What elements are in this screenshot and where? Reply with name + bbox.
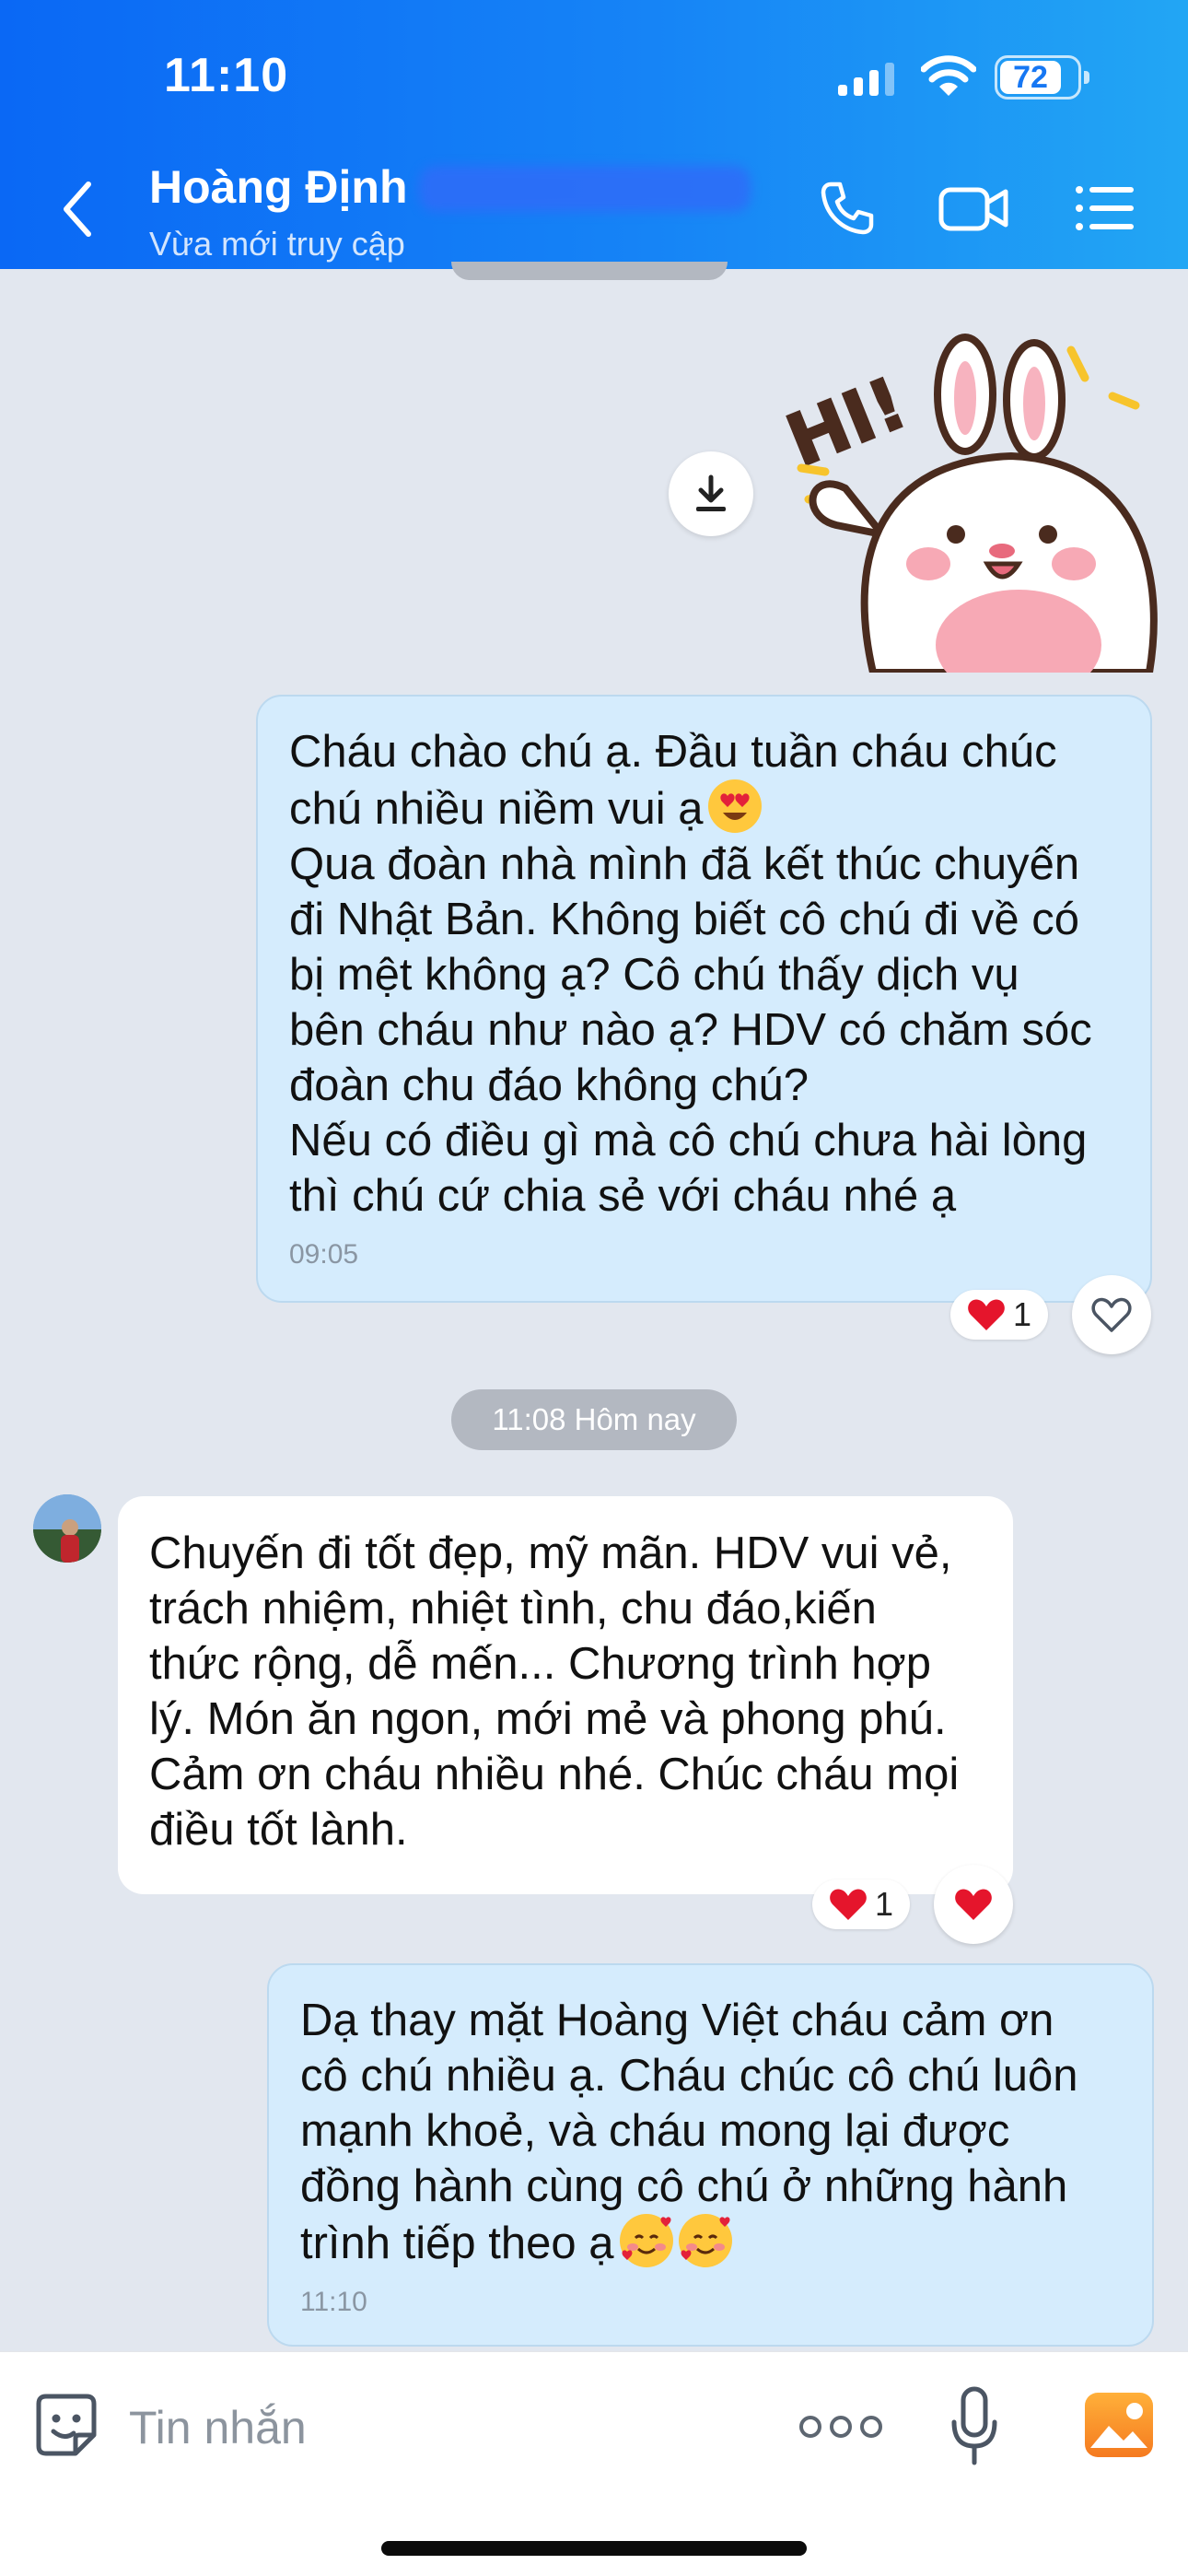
react-button[interactable] [1072,1275,1151,1354]
heart-icon [955,1889,992,1920]
chat-header: 11:10 72 Hoàng Định Vừa mới truy cập [0,0,1188,269]
more-dots-icon[interactable] [799,2404,882,2450]
message-text-line: trách nhiệm, nhiệt tình, chu đáo,kiến [149,1584,877,1633]
battery-level: 72 [1013,60,1048,95]
call-button[interactable] [810,175,884,241]
message-text-line: đi Nhật Bản. Không biết cô chú đi về có [289,895,1080,944]
image-icon[interactable] [1083,2391,1155,2459]
reaction-count: 1 [875,1885,894,1923]
heart-outline-icon [1091,1297,1132,1332]
message-text-line: Chuyến đi tốt đẹp, mỹ mãn. HDV vui vẻ, [149,1528,952,1578]
message-text-line: Cháu chào chú ạ. Đầu tuần cháu chúc [289,727,1057,777]
message-text-line: điều tốt lành. [149,1805,408,1855]
cellular-signal-icon [838,63,894,96]
message-text-line: trình tiếp theo ạ [300,2214,1121,2271]
heart-eyes-emoji-icon [708,779,763,833]
battery-icon: 72 [995,55,1089,100]
date-separator: 11:08 Hôm nay [451,1389,737,1450]
outgoing-message-bubble[interactable]: Dạ thay mặt Hoàng Việt cháu cảm ơn cô ch… [267,1963,1154,2347]
contact-name[interactable]: Hoàng Định [149,160,408,214]
smiling-hearts-emoji-icon [678,2214,732,2267]
message-text-line: thì chú cứ chia sẻ với cháu nhé ạ [289,1171,957,1221]
message-text-line: chú nhiều niềm vui ạ [289,779,1119,837]
home-indicator [381,2541,807,2556]
list-menu-icon [1076,186,1134,230]
smiling-hearts-emoji-icon [619,2214,673,2267]
phone-icon [821,181,874,235]
video-camera-icon [938,187,1008,231]
reaction-count: 1 [1013,1295,1032,1333]
back-chevron-icon[interactable] [55,177,101,241]
reaction-summary[interactable]: 1 [950,1290,1049,1340]
hi-bunny-sticker[interactable]: HI! [781,322,1168,673]
message-timestamp: 09:05 [289,1239,359,1270]
message-text-line: thức rộng, dễ mến... Chương trình hợp [149,1639,931,1689]
message-text-line: lý. Món ăn ngon, mới mẻ và phong phú. [149,1694,947,1744]
react-button[interactable] [934,1865,1013,1944]
previous-date-pill [451,262,728,280]
message-input[interactable] [129,2393,645,2463]
message-text-line: bị mệt không ạ? Cô chú thấy dịch vụ [289,950,1019,1000]
incoming-message-bubble[interactable]: Chuyến đi tốt đẹp, mỹ mãn. HDV vui vẻ, t… [118,1496,1013,1894]
chat-options-button[interactable] [1068,175,1142,241]
status-time: 11:10 [164,49,289,102]
message-text-line: Qua đoàn nhà mình đã kết thúc chuyến [289,839,1080,889]
message-text-line: bên cháu như nào ạ? HDV có chăm sóc [289,1005,1092,1055]
video-call-button[interactable] [938,175,1011,241]
message-text-line: Nếu có điều gì mà cô chú chưa hài lòng [289,1116,1088,1165]
message-text-line: Dạ thay mặt Hoàng Việt cháu cảm ơn [300,1996,1054,2045]
message-text-fragment: chú nhiều niềm vui ạ [289,784,704,834]
message-text-line: đồng hành cùng cô chú ở những hành [300,2161,1068,2211]
download-sticker-button[interactable] [669,451,753,536]
message-text-line: Cảm ơn cháu nhiều nhé. Chúc cháu mọi [149,1750,960,1799]
redacted-name-blur [419,166,751,212]
message-text-line: mạnh khoẻ, và cháu mong lại được [300,2106,1010,2156]
microphone-icon[interactable] [949,2385,1000,2468]
smile-sticker-icon[interactable] [31,2391,101,2461]
outgoing-message-bubble[interactable]: Cháu chào chú ạ. Đầu tuần cháu chúc chú … [256,695,1152,1303]
message-text-line: đoàn chu đáo không chú? [289,1060,809,1110]
contact-avatar[interactable] [33,1494,101,1563]
reaction-summary[interactable]: 1 [812,1879,911,1929]
heart-icon [968,1299,1005,1330]
contact-status: Vừa mới truy cập [149,225,405,263]
message-timestamp: 11:10 [300,2287,367,2317]
message-text-line: cô chú nhiều ạ. Cháu chúc cô chú luôn [300,2051,1078,2101]
message-text-fragment: trình tiếp theo ạ [300,2219,614,2268]
heart-icon [830,1889,867,1920]
wifi-icon [921,55,976,96]
download-icon [696,474,726,511]
